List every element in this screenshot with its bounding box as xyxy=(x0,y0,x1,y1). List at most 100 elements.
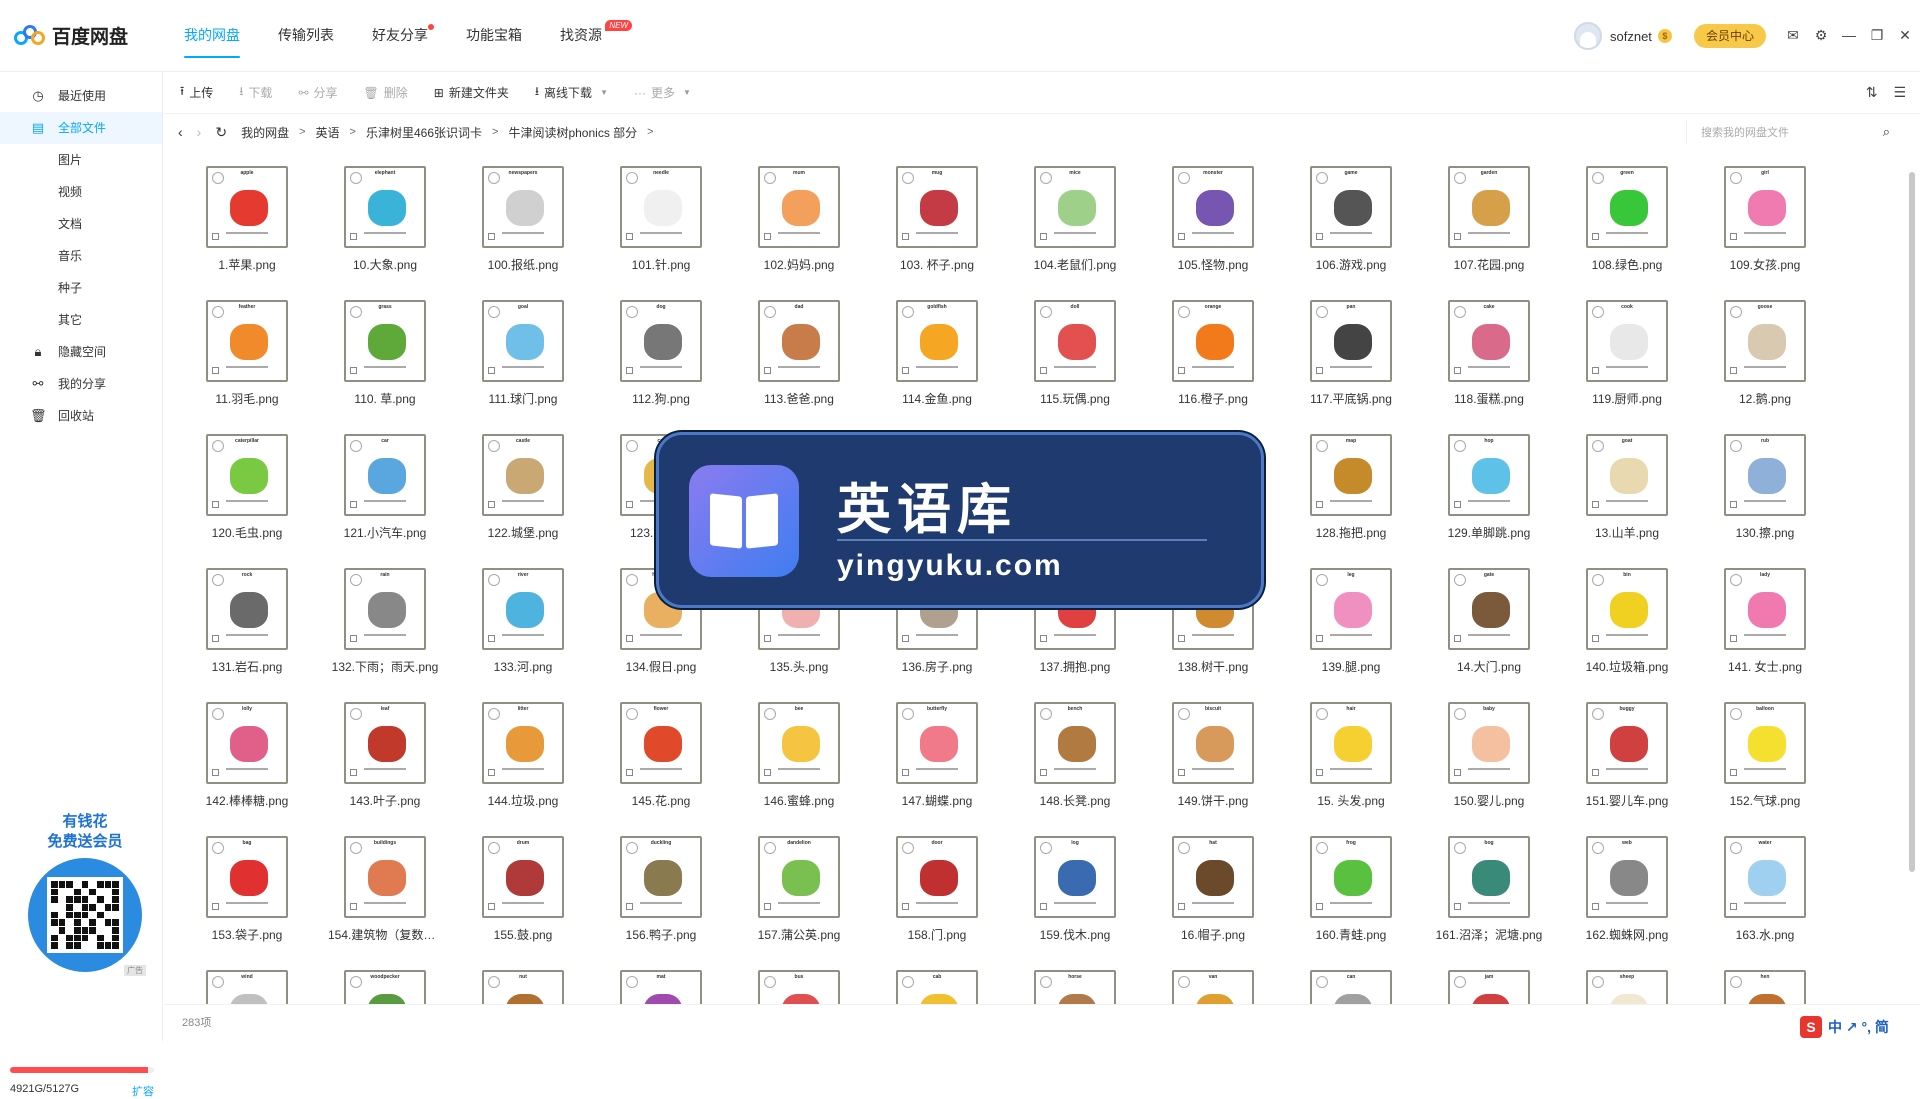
sidebar-item-docs[interactable]: 文档 xyxy=(0,208,162,240)
sidebar-item-recent[interactable]: ◷ 最近使用 xyxy=(0,80,162,112)
file-item[interactable]: jam xyxy=(1432,962,1552,1004)
file-thumbnail[interactable]: drum xyxy=(482,836,564,918)
qr-code[interactable]: 广告 xyxy=(28,858,146,976)
file-thumbnail[interactable]: frog xyxy=(1310,836,1392,918)
file-thumbnail[interactable]: bog xyxy=(1448,836,1530,918)
file-name[interactable]: 135.头.png xyxy=(742,658,856,675)
file-item[interactable]: elephant 10.大象.png xyxy=(328,158,448,292)
file-item[interactable]: goose 12.鹅.png xyxy=(1708,292,1828,426)
file-name[interactable]: 102.妈妈.png xyxy=(742,256,856,273)
file-thumbnail[interactable]: goose xyxy=(1724,300,1806,382)
file-item[interactable]: mum 102.妈妈.png xyxy=(742,158,862,292)
file-thumbnail[interactable]: goldfish xyxy=(896,300,978,382)
file-item[interactable]: goat 13.山羊.png xyxy=(1570,426,1690,560)
file-item[interactable]: cook 119.厨师.png xyxy=(1570,292,1690,426)
file-thumbnail[interactable]: gate xyxy=(1448,568,1530,650)
file-thumbnail[interactable]: log xyxy=(1034,836,1116,918)
tab-find-resources[interactable]: 找资源 NEW xyxy=(560,0,632,72)
file-thumbnail[interactable]: butterfly xyxy=(896,702,978,784)
file-name[interactable]: 148.长凳.png xyxy=(1018,792,1132,809)
file-item[interactable]: goal 111.球门.png xyxy=(466,292,586,426)
file-thumbnail[interactable]: cab xyxy=(896,970,978,1004)
file-name[interactable]: 141. 女士.png xyxy=(1708,658,1822,675)
file-thumbnail[interactable]: girl xyxy=(1724,166,1806,248)
file-item[interactable]: bag 153.袋子.png xyxy=(190,828,310,962)
file-item[interactable]: mug 103. 杯子.png xyxy=(880,158,1000,292)
upload-button[interactable]: ⭱ 上传 xyxy=(180,82,213,103)
user-info[interactable]: sofznet $ xyxy=(1574,22,1672,50)
sidebar-item-all-files[interactable]: ▤ 全部文件 xyxy=(0,112,162,144)
file-thumbnail[interactable]: can xyxy=(1310,970,1392,1004)
file-item[interactable]: river 133.河.png xyxy=(466,560,586,694)
file-item[interactable]: duckling 156.鸭子.png xyxy=(604,828,724,962)
offline-download-button[interactable]: ⭳ 离线下载 ▼ xyxy=(535,82,608,103)
file-item[interactable]: lolly 142.棒棒糖.png xyxy=(190,694,310,828)
file-name[interactable]: 1.苹果.png xyxy=(190,256,304,273)
file-item[interactable]: horse xyxy=(1018,962,1138,1004)
file-name[interactable]: 136.房子.png xyxy=(880,658,994,675)
file-thumbnail[interactable]: rain xyxy=(344,568,426,650)
file-item[interactable]: flower 145.花.png xyxy=(604,694,724,828)
file-item[interactable]: mice 104.老鼠们.png xyxy=(1018,158,1138,292)
file-thumbnail[interactable]: caterpillar xyxy=(206,434,288,516)
file-name[interactable]: 150.婴儿.png xyxy=(1432,792,1546,809)
breadcrumb-item[interactable]: 牛津阅读树phonics 部分 xyxy=(508,124,637,141)
file-thumbnail[interactable]: hen xyxy=(1724,970,1806,1004)
file-item[interactable]: van xyxy=(1156,962,1276,1004)
file-item[interactable]: goldfish 114.金鱼.png xyxy=(880,292,1000,426)
file-thumbnail[interactable]: newspapers xyxy=(482,166,564,248)
file-thumbnail[interactable]: castle xyxy=(482,434,564,516)
gear-icon[interactable]: ⚙ xyxy=(1812,26,1830,44)
file-item[interactable]: woodpecker xyxy=(328,962,448,1004)
file-item[interactable]: can xyxy=(1294,962,1414,1004)
file-thumbnail[interactable]: leaf xyxy=(344,702,426,784)
file-thumbnail[interactable]: bin xyxy=(1586,568,1668,650)
file-item[interactable]: litter 144.垃圾.png xyxy=(466,694,586,828)
file-name[interactable]: 106.游戏.png xyxy=(1294,256,1408,273)
file-thumbnail[interactable]: pan xyxy=(1310,300,1392,382)
file-thumbnail[interactable]: nut xyxy=(482,970,564,1004)
sidebar-item-images[interactable]: 图片 xyxy=(0,144,162,176)
scrollbar-thumb[interactable] xyxy=(1909,172,1915,872)
file-item[interactable]: biscuit 149.饼干.png xyxy=(1156,694,1276,828)
file-name[interactable]: 133.河.png xyxy=(466,658,580,675)
file-thumbnail[interactable]: door xyxy=(896,836,978,918)
tab-my-disk[interactable]: 我的网盘 xyxy=(184,0,240,72)
file-item[interactable]: web 162.蜘蛛网.png xyxy=(1570,828,1690,962)
file-name[interactable]: 155.鼓.png xyxy=(466,926,580,943)
file-item[interactable]: lady 141. 女士.png xyxy=(1708,560,1828,694)
file-name[interactable]: 138.树干.png xyxy=(1156,658,1270,675)
file-name[interactable]: 152.气球.png xyxy=(1708,792,1822,809)
file-thumbnail[interactable]: dandelion xyxy=(758,836,840,918)
forward-icon[interactable]: › xyxy=(197,124,202,140)
file-thumbnail[interactable]: goat xyxy=(1586,434,1668,516)
breadcrumb-item[interactable]: 乐津树里466张识词卡 xyxy=(366,124,482,141)
sidebar-item-trash[interactable]: 🗑︎ 回收站 xyxy=(0,400,162,432)
file-thumbnail[interactable]: bag xyxy=(206,836,288,918)
file-thumbnail[interactable]: monster xyxy=(1172,166,1254,248)
mail-icon[interactable]: ✉ xyxy=(1784,26,1802,44)
file-item[interactable]: nut xyxy=(466,962,586,1004)
file-name[interactable]: 143.叶子.png xyxy=(328,792,442,809)
file-item[interactable]: hat 16.帽子.png xyxy=(1156,828,1276,962)
file-item[interactable]: door 158.门.png xyxy=(880,828,1000,962)
file-name[interactable]: 160.青蛙.png xyxy=(1294,926,1408,943)
search-input[interactable]: 搜索我的网盘文件 ⌕ xyxy=(1686,120,1890,144)
file-thumbnail[interactable]: mice xyxy=(1034,166,1116,248)
file-thumbnail[interactable]: orange xyxy=(1172,300,1254,382)
share-button[interactable]: ⚯ 分享 xyxy=(298,84,337,101)
file-name[interactable]: 16.帽子.png xyxy=(1156,926,1270,943)
file-name[interactable]: 137.拥抱.png xyxy=(1018,658,1132,675)
file-name[interactable]: 121.小汽车.png xyxy=(328,524,442,541)
file-thumbnail[interactable]: mat xyxy=(620,970,702,1004)
file-thumbnail[interactable]: hop xyxy=(1448,434,1530,516)
file-thumbnail[interactable]: river xyxy=(482,568,564,650)
file-thumbnail[interactable]: bee xyxy=(758,702,840,784)
file-item[interactable]: bog 161.沼泽；泥塘.png xyxy=(1432,828,1552,962)
file-name[interactable]: 156.鸭子.png xyxy=(604,926,718,943)
breadcrumb-item[interactable]: 我的网盘 xyxy=(241,124,289,141)
file-item[interactable]: rain 132.下雨；雨天.png xyxy=(328,560,448,694)
file-name[interactable]: 131.岩石.png xyxy=(190,658,304,675)
file-item[interactable]: monster 105.怪物.png xyxy=(1156,158,1276,292)
file-thumbnail[interactable]: flower xyxy=(620,702,702,784)
